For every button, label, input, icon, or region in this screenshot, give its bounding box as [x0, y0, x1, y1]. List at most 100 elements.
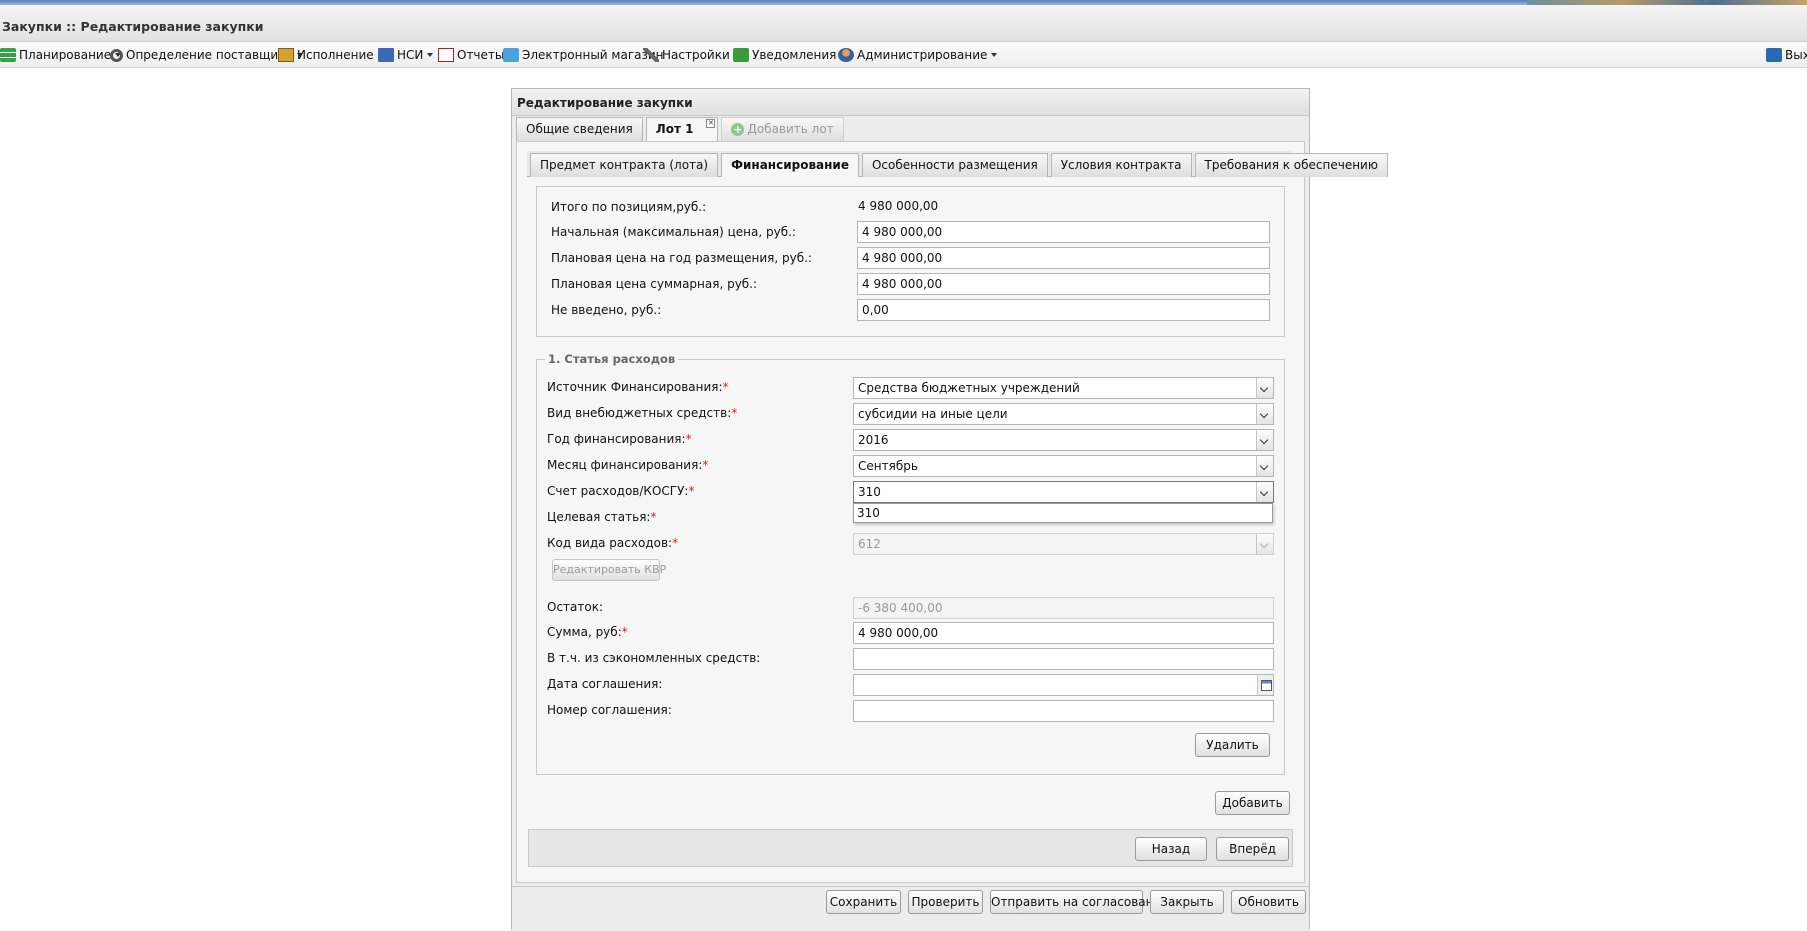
select-value: Сентябрь: [858, 459, 918, 473]
label-text: Счет расходов/КОСГУ:: [547, 484, 689, 498]
chevron-down-icon: [991, 53, 998, 57]
saved-funds-field[interactable]: [853, 648, 1274, 670]
select-value: субсидии на иные цели: [858, 407, 1008, 421]
kind-select[interactable]: субсидии на иные цели: [853, 403, 1274, 425]
chevron-down-icon[interactable]: [1256, 482, 1273, 502]
plan-year-field[interactable]: 4 980 000,00: [857, 247, 1270, 269]
menu-notifications[interactable]: Уведомления: [733, 46, 847, 64]
chevron-down-icon[interactable]: [1256, 378, 1273, 398]
nmc-label: Начальная (максимальная) цена, руб.:: [551, 225, 796, 239]
nmc-field[interactable]: 4 980 000,00: [857, 221, 1270, 243]
tab-add-lot: + Добавить лот: [721, 117, 844, 141]
close-icon[interactable]: ✕: [706, 119, 716, 128]
send-for-approval-button[interactable]: Отправить на согласование: [990, 890, 1169, 914]
wrench-icon: [643, 48, 659, 62]
required-mark: *: [722, 380, 729, 394]
year-select[interactable]: 2016: [853, 429, 1274, 451]
menu-label: Определение поставщика: [126, 48, 293, 62]
required-mark: *: [672, 536, 679, 550]
agreement-date-label: Дата соглашения:: [547, 677, 663, 691]
close-button[interactable]: Закрыть: [1150, 890, 1224, 914]
menu-planning[interactable]: Планирование: [0, 46, 122, 64]
account-select[interactable]: 310: [853, 481, 1274, 503]
saved-funds-label: В т.ч. из сэкономленных средств:: [547, 651, 761, 665]
not-entered-field[interactable]: 0,00: [857, 299, 1270, 321]
plan-sum-field[interactable]: 4 980 000,00: [857, 273, 1270, 295]
account-dropdown-list: 310: [853, 503, 1273, 523]
main-tab-strip: Общие сведения Лот 1 ✕ + Добавить лот: [516, 117, 844, 141]
agreement-date-field[interactable]: [853, 674, 1274, 696]
footer-bar: Сохранить Проверить Отправить на согласо…: [512, 886, 1309, 931]
kvr-label: Код вида расходов:*: [547, 536, 678, 550]
tab-general[interactable]: Общие сведения: [516, 117, 643, 141]
menu-administration[interactable]: Администрирование: [838, 46, 998, 64]
target-label: Целевая статья:*: [547, 510, 656, 524]
total-label: Итого по позициям,руб.:: [551, 200, 707, 214]
chevron-down-icon[interactable]: [1256, 430, 1273, 450]
back-button[interactable]: Назад: [1135, 837, 1207, 861]
box-icon: [278, 48, 294, 62]
tab-security[interactable]: Требования к обеспечению: [1194, 153, 1388, 177]
menu-label: Планирование: [19, 48, 112, 62]
expense-item-fieldset: 1. Статья расходов Источник Финансирован…: [536, 352, 1285, 775]
tab-lot-1[interactable]: Лот 1 ✕: [645, 117, 719, 141]
chevron-down-icon[interactable]: [1256, 404, 1273, 424]
add-button[interactable]: Добавить: [1215, 791, 1290, 815]
menu-eshop[interactable]: Электронный магазин: [503, 46, 664, 64]
menu-label: НСИ: [397, 48, 424, 62]
month-select[interactable]: Сентябрь: [853, 455, 1274, 477]
tab-label: Лот 1: [655, 122, 694, 136]
select-value: Средства бюджетных учреждений: [858, 381, 1080, 395]
exit-label: Вых: [1785, 48, 1807, 62]
select-value: 2016: [858, 433, 889, 447]
save-button[interactable]: Сохранить: [826, 890, 901, 914]
menu-reports[interactable]: Отчеты: [438, 46, 504, 64]
menu-label: Настройки: [662, 48, 730, 62]
rest-field: -6 380 400,00: [853, 597, 1274, 619]
menu-label: Отчеты: [457, 48, 505, 62]
tab-subject[interactable]: Предмет контракта (лота): [530, 153, 719, 177]
label-text: Вид внебюджетных средств:: [547, 406, 732, 420]
dropdown-option[interactable]: 310: [857, 506, 1269, 520]
menu-label: Исполнение: [297, 48, 374, 62]
required-mark: *: [650, 510, 657, 524]
kvr-select: 612: [853, 533, 1274, 555]
delete-button[interactable]: Удалить: [1195, 733, 1270, 757]
planning-icon: [0, 48, 16, 62]
forward-button[interactable]: Вперёд: [1216, 837, 1289, 861]
totals-section: Итого по позициям,руб.: 4 980 000,00 Нач…: [536, 186, 1285, 337]
exit-link[interactable]: Вых: [1766, 46, 1807, 64]
menu-label: Уведомления: [752, 48, 837, 62]
tab-placement[interactable]: Особенности размещения: [861, 153, 1048, 177]
source-select[interactable]: Средства бюджетных учреждений: [853, 377, 1274, 399]
check-button[interactable]: Проверить: [908, 890, 983, 914]
panel-title: Редактирование закупки: [512, 89, 1309, 116]
agreement-number-field[interactable]: [853, 700, 1274, 722]
menu-execution[interactable]: Исполнение: [278, 46, 384, 64]
cart-icon: [503, 48, 519, 62]
chevron-down-icon: [1256, 534, 1273, 554]
chevron-down-icon[interactable]: [1256, 456, 1273, 476]
select-value: 612: [858, 537, 881, 551]
select-value: 310: [858, 485, 881, 499]
sub-tab-strip: Предмет контракта (лота) Финансирование …: [527, 151, 1388, 177]
agreement-number-label: Номер соглашения:: [547, 703, 672, 717]
menu-settings[interactable]: Настройки: [643, 46, 740, 64]
refresh-button[interactable]: Обновить: [1231, 890, 1306, 914]
plan-year-label: Плановая цена на год размещения, руб.:: [551, 251, 812, 265]
required-mark: *: [688, 484, 695, 498]
bell-icon: [733, 48, 749, 62]
calendar-icon[interactable]: [1257, 675, 1273, 695]
main-menu-bar: Планирование Определение поставщика Испо…: [0, 42, 1807, 68]
required-mark: *: [621, 625, 628, 639]
tab-financing[interactable]: Финансирование: [721, 153, 859, 177]
sum-field[interactable]: 4 980 000,00: [853, 622, 1274, 644]
total-value: 4 980 000,00: [858, 199, 939, 213]
menu-supplier[interactable]: Определение поставщика: [110, 46, 303, 64]
menu-nsi[interactable]: НСИ: [378, 46, 434, 64]
kind-label: Вид внебюджетных средств:*: [547, 406, 737, 420]
expense-legend: 1. Статья расходов: [545, 352, 679, 366]
tab-label: Добавить лот: [747, 122, 834, 136]
tab-contract-terms[interactable]: Условия контракта: [1050, 153, 1192, 177]
label-text: Источник Финансирования:: [547, 380, 723, 394]
